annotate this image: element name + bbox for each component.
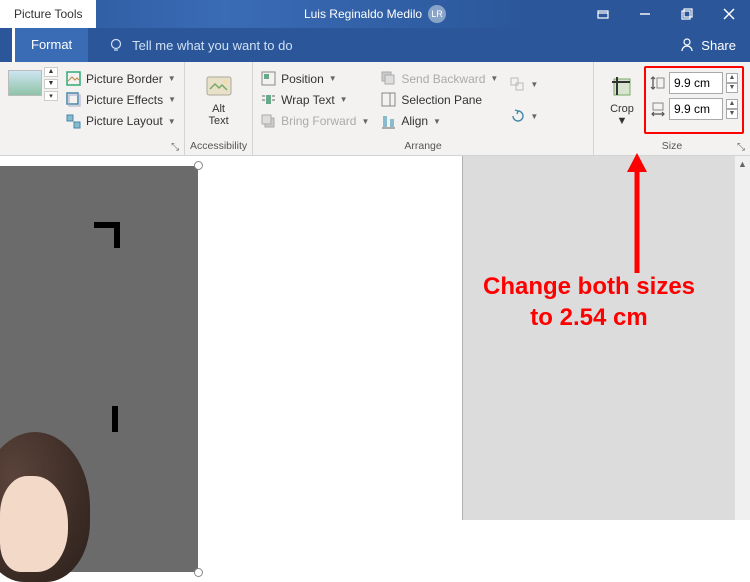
crop-handle-side[interactable] [112, 406, 118, 432]
chevron-down-icon: ▼ [530, 80, 538, 89]
chevron-down-icon: ▼ [361, 117, 369, 126]
width-up-button[interactable]: ▲ [726, 99, 738, 109]
restore-button[interactable] [666, 0, 708, 28]
picture-style-thumb[interactable] [8, 70, 42, 96]
rotate-icon [510, 109, 525, 124]
lightbulb-icon [108, 37, 124, 53]
ribbon: ▲ ▼ ▾ Picture Border▼ Picture Effects▼ P… [0, 62, 750, 156]
share-label: Share [701, 38, 736, 53]
group-label-accessibility: Accessibility [185, 138, 252, 155]
crop-handle-corner[interactable] [94, 222, 120, 248]
alt-text-button[interactable]: Alt Text [197, 66, 241, 134]
align-icon [381, 114, 396, 129]
size-highlight-box: ▲▼ ▲▼ [644, 66, 744, 134]
bring-forward-icon [261, 114, 276, 129]
styles-down-icon[interactable]: ▼ [44, 79, 58, 89]
width-down-button[interactable]: ▼ [726, 109, 738, 119]
page-background [462, 156, 734, 520]
minimize-button[interactable] [624, 0, 666, 28]
picture-border-button[interactable]: Picture Border▼ [64, 70, 178, 87]
annotation-arrow-icon [622, 148, 652, 278]
scroll-up-icon[interactable]: ▲ [735, 156, 750, 172]
group-label-arrange: Arrange [253, 138, 593, 155]
crop-button[interactable]: Crop ▼ [600, 66, 644, 134]
selection-pane-button[interactable]: Selection Pane [379, 91, 500, 108]
chevron-down-icon: ▼ [168, 117, 176, 126]
styles-up-icon[interactable]: ▲ [44, 67, 58, 77]
annotation-text: Change both sizes to 2.54 cm [444, 271, 734, 333]
picture-border-icon [66, 71, 81, 86]
group-button[interactable]: ▼ [508, 76, 540, 93]
user-name: Luis Reginaldo Medilo [304, 7, 422, 21]
dialog-launcher-icon[interactable]: ⤡ [170, 142, 180, 152]
send-backward-button[interactable]: Send Backward▼ [379, 70, 500, 87]
document-canvas[interactable]: ▲ Change both sizes to 2.54 cm [0, 156, 750, 520]
chevron-down-icon: ▼ [433, 117, 441, 126]
picture-effects-icon [66, 92, 81, 107]
group-size: Crop ▼ ▲▼ ▲▼ Size⤡ [594, 62, 750, 155]
width-icon [650, 101, 666, 117]
context-tab-label: Picture Tools [0, 0, 96, 28]
height-icon [650, 75, 666, 91]
share-icon [679, 37, 695, 53]
picture-layout-icon [66, 114, 81, 129]
chevron-down-icon: ▼ [329, 74, 337, 83]
selection-pane-icon [381, 92, 396, 107]
user-avatar[interactable]: LR [428, 5, 446, 23]
height-input[interactable] [669, 72, 723, 94]
position-button[interactable]: Position▼ [259, 70, 371, 87]
wrap-text-button[interactable]: Wrap Text▼ [259, 91, 371, 108]
share-button[interactable]: Share [679, 37, 736, 53]
width-input[interactable] [669, 98, 723, 120]
vertical-scrollbar[interactable]: ▲ [734, 156, 750, 520]
chevron-down-icon: ▼ [340, 95, 348, 104]
chevron-down-icon: ▼ [168, 95, 176, 104]
close-button[interactable] [708, 0, 750, 28]
chevron-down-icon: ▼ [617, 115, 628, 127]
group-label-size: Size [662, 140, 682, 152]
send-backward-icon [381, 71, 396, 86]
selected-picture[interactable] [0, 166, 198, 572]
rotate-button[interactable]: ▼ [508, 108, 540, 125]
tell-me-search[interactable]: Tell me what you want to do [108, 37, 292, 53]
picture-effects-button[interactable]: Picture Effects▼ [64, 91, 178, 108]
resize-handle[interactable] [194, 568, 203, 577]
height-up-button[interactable]: ▲ [726, 73, 738, 83]
styles-more-icon[interactable]: ▾ [44, 91, 58, 101]
chevron-down-icon: ▼ [168, 74, 176, 83]
group-picture-styles: ▲ ▼ ▾ Picture Border▼ Picture Effects▼ P… [0, 62, 185, 155]
crop-icon [608, 73, 636, 101]
resize-handle[interactable] [194, 161, 203, 170]
title-bar: Picture Tools Luis Reginaldo Medilo LR [0, 0, 750, 28]
group-icon [510, 77, 525, 92]
tab-bar: Format Tell me what you want to do Share [0, 28, 750, 62]
ribbon-display-icon[interactable] [582, 0, 624, 28]
position-icon [261, 71, 276, 86]
group-accessibility: Alt Text Accessibility [185, 62, 253, 155]
tell-me-label: Tell me what you want to do [132, 38, 292, 53]
tab-format[interactable]: Format [12, 28, 88, 62]
chevron-down-icon: ▼ [530, 112, 538, 121]
chevron-down-icon: ▼ [490, 74, 498, 83]
height-down-button[interactable]: ▼ [726, 83, 738, 93]
group-arrange: Position▼ Wrap Text▼ Bring Forward▼ Send… [253, 62, 594, 155]
dialog-launcher-icon[interactable]: ⤡ [736, 142, 746, 152]
alt-text-icon [205, 73, 233, 101]
picture-content [0, 432, 90, 572]
align-button[interactable]: Align▼ [379, 113, 500, 130]
picture-layout-button[interactable]: Picture Layout▼ [64, 113, 178, 130]
wrap-text-icon [261, 92, 276, 107]
bring-forward-button[interactable]: Bring Forward▼ [259, 113, 371, 130]
